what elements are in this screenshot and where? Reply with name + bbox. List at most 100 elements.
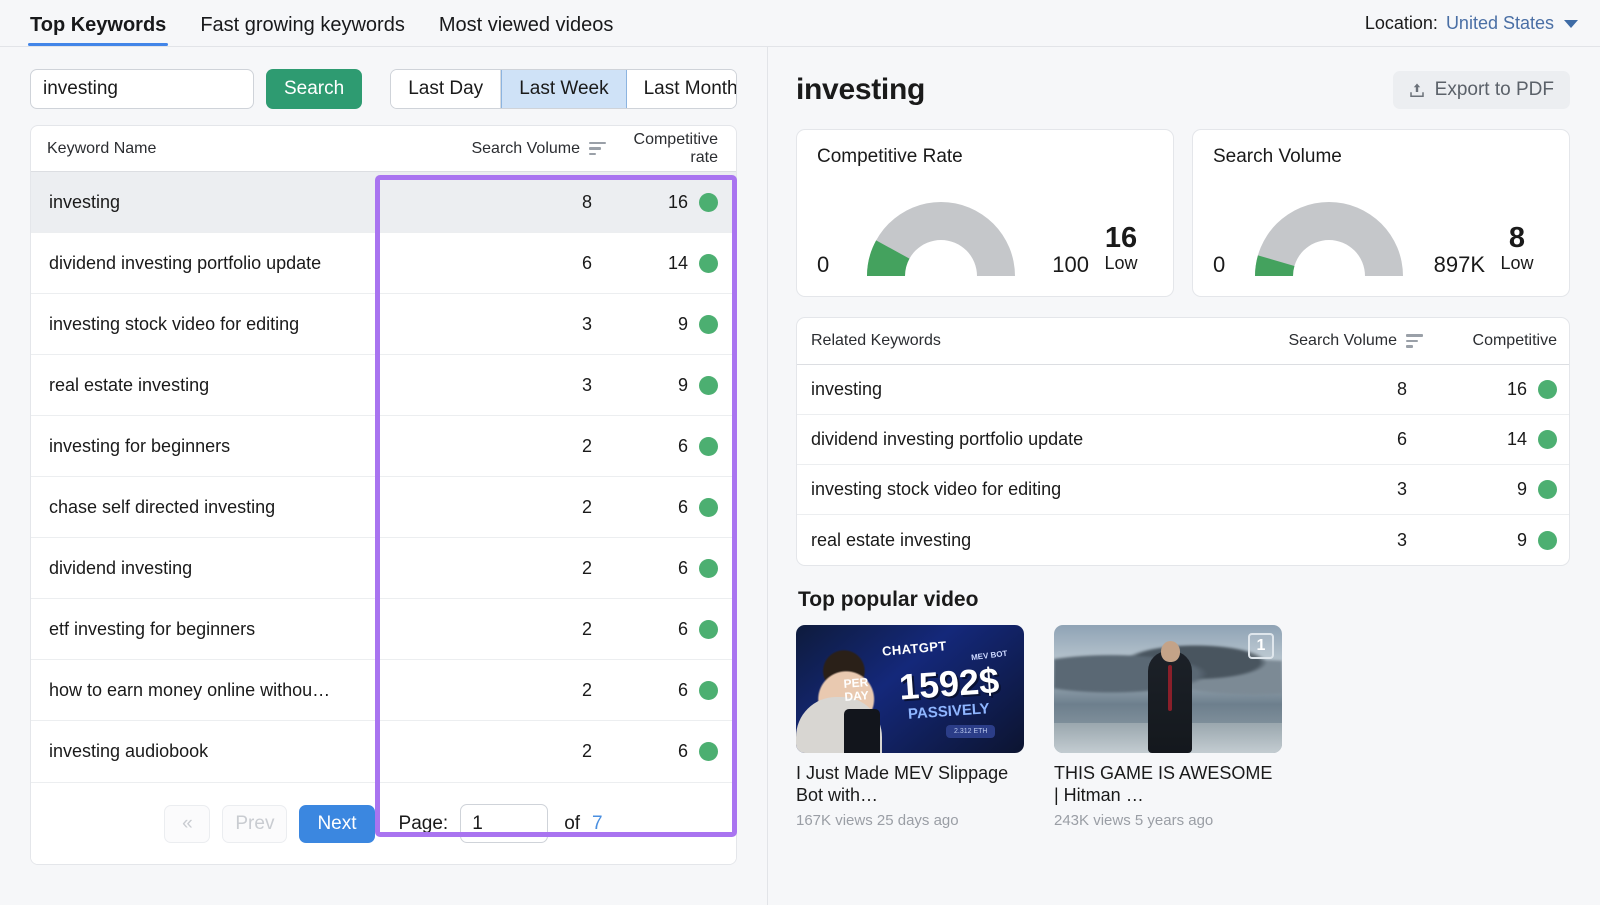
cell-keyword-name: real estate investing: [49, 374, 210, 395]
tab-top-keywords[interactable]: Top Keywords: [27, 15, 169, 46]
gauge-arc-search-volume: [1225, 190, 1433, 282]
search-button[interactable]: Search: [266, 69, 363, 109]
table-row[interactable]: investing for beginners 2 6: [31, 416, 736, 477]
detail-header: investing Export to PDF: [796, 69, 1570, 111]
keywords-table-card: Keyword Name Search Volume Competitive r…: [30, 125, 737, 865]
video-card-1[interactable]: CHATGPT MEV BOT PER DAY 1592$ PASSIVELY 2…: [796, 625, 1024, 829]
range-last-month[interactable]: Last Month: [626, 70, 737, 108]
cell-keyword-name: dividend investing: [49, 557, 193, 578]
location-selector[interactable]: Location: United States: [1365, 13, 1578, 46]
video-thumbnail-1[interactable]: CHATGPT MEV BOT PER DAY 1592$ PASSIVELY 2…: [796, 625, 1024, 753]
cell-search-volume: 2: [581, 679, 592, 700]
gauge-value-search-volume: 8 Low: [1485, 222, 1549, 282]
keywords-table-header: Keyword Name Search Volume Competitive r…: [31, 126, 736, 172]
location-value[interactable]: United States: [1446, 13, 1554, 34]
table-row[interactable]: investing audiobook 2 6: [31, 721, 736, 782]
related-table-row[interactable]: investing 8 16: [797, 365, 1569, 415]
table-row[interactable]: dividend investing portfolio update 6 14: [31, 233, 736, 294]
competitive-status-dot: [699, 680, 718, 700]
of-label: of: [564, 812, 581, 834]
related-table-row[interactable]: investing stock video for editing 3 9: [797, 465, 1569, 515]
cell-keyword-name: investing: [49, 191, 121, 212]
cell-competitive-rate: 6: [614, 680, 736, 701]
table-row[interactable]: real estate investing 3 9: [31, 355, 736, 416]
competitive-status-dot: [699, 192, 718, 212]
video-meta-2: 243K views 5 years ago: [1054, 811, 1214, 829]
column-related-search-volume[interactable]: Search Volume: [1191, 332, 1431, 350]
gauge-min-competitive-rate: 0: [817, 252, 830, 277]
video-rank-badge: 1: [1248, 633, 1274, 659]
range-last-day[interactable]: Last Day: [391, 70, 502, 108]
video-title-1[interactable]: I Just Made MEV Slippage Bot with…: [796, 763, 1024, 807]
upload-icon: [1409, 83, 1424, 97]
video-title-2[interactable]: THIS GAME IS AWESOME | Hitman …: [1054, 763, 1282, 807]
competitive-status-dot: [699, 314, 718, 334]
cell-related-competitive-value: 9: [1516, 479, 1527, 499]
column-search-volume-label: Search Volume: [471, 139, 580, 157]
sort-descending-icon[interactable]: [589, 141, 606, 156]
related-keywords-header: Related Keywords Search Volume Competiti…: [797, 318, 1569, 365]
column-search-volume[interactable]: Search Volume: [414, 140, 614, 158]
next-page-button[interactable]: Next: [299, 804, 375, 843]
cell-keyword-name: how to earn money online withou…: [49, 679, 331, 700]
sort-descending-icon[interactable]: [1406, 334, 1423, 348]
cell-keyword-name: investing for beginners: [49, 435, 231, 456]
video-thumbnail-2[interactable]: 1: [1054, 625, 1282, 753]
cell-competitive-value: 14: [667, 252, 688, 273]
gauge-cards: Competitive Rate 0 100 16 Low Search Vol…: [796, 129, 1570, 297]
total-pages: 7: [592, 812, 603, 834]
pagination: « Prev Next Page: of 7: [31, 782, 736, 864]
first-page-button[interactable]: «: [164, 804, 211, 843]
competitive-status-dot: [1538, 530, 1557, 550]
cell-keyword-name: investing audiobook: [49, 741, 209, 761]
gauge-level-competitive-rate: Low: [1104, 253, 1138, 273]
cell-competitive-rate: 9: [614, 375, 736, 396]
competitive-status-dot: [699, 742, 718, 761]
page-number-input[interactable]: [460, 804, 549, 843]
tab-most-viewed-videos[interactable]: Most viewed videos: [439, 15, 614, 46]
cell-competitive-rate: 6: [614, 497, 736, 518]
competitive-status-dot: [1538, 480, 1557, 499]
cell-competitive-value: 6: [677, 435, 688, 456]
video-card-2[interactable]: 1 THIS GAME IS AWESOME | Hitman … 243K v…: [1054, 625, 1282, 829]
related-keywords-body: investing 8 16 dividend investing portfolio…: [797, 365, 1569, 565]
export-to-pdf-button[interactable]: Export to PDF: [1392, 71, 1570, 109]
table-row[interactable]: chase self directed investing 2 6: [31, 477, 736, 538]
cell-competitive-value: 6: [677, 741, 688, 761]
cell-related-competitive: 14: [1431, 429, 1569, 450]
cell-search-volume: 6: [581, 252, 592, 273]
search-controls: Search Last Day Last Week Last Month: [30, 69, 737, 109]
chevron-down-icon[interactable]: [1564, 19, 1578, 28]
related-table-row[interactable]: real estate investing 3 9: [797, 515, 1569, 565]
search-input[interactable]: [30, 69, 254, 109]
column-related-keywords: Related Keywords: [811, 332, 941, 349]
related-table-row[interactable]: dividend investing portfolio update 6 14: [797, 415, 1569, 465]
cell-related-competitive: 16: [1431, 379, 1569, 400]
prev-page-button[interactable]: Prev: [222, 804, 288, 843]
table-row[interactable]: investing 8 16: [31, 172, 736, 233]
page-body: Search Last Day Last Week Last Month Key…: [0, 47, 1600, 905]
table-row[interactable]: dividend investing 2 6: [31, 538, 736, 599]
cell-search-volume: 2: [581, 435, 592, 456]
gauge-number-competitive-rate: 16: [1104, 221, 1138, 254]
table-row[interactable]: how to earn money online withou… 2 6: [31, 660, 736, 721]
thumbnail-figure-head: [1161, 641, 1180, 662]
table-row[interactable]: investing stock video for editing 3 9: [31, 294, 736, 355]
tab-fast-growing-keywords[interactable]: Fast growing keywords: [200, 15, 405, 46]
table-row[interactable]: etf investing for beginners 2 6: [31, 599, 736, 660]
cell-keyword-name: investing stock video for editing: [49, 313, 300, 334]
date-range-segmented-control: Last Day Last Week Last Month: [390, 69, 737, 109]
cell-search-volume: 2: [581, 557, 592, 578]
thumbnail-phone-icon: [844, 709, 880, 753]
competitive-status-dot: [699, 497, 718, 517]
cell-keyword-name: dividend investing portfolio update: [49, 252, 322, 273]
cell-search-volume: 2: [581, 618, 592, 639]
cell-search-volume: 3: [581, 374, 592, 395]
cell-competitive-value: 6: [677, 679, 688, 700]
page-title: investing: [796, 73, 925, 106]
thumbnail-perday-text: PER DAY: [843, 675, 870, 704]
cell-search-volume: 2: [581, 496, 592, 517]
range-last-week[interactable]: Last Week: [501, 70, 627, 108]
cell-related-competitive: 9: [1431, 479, 1569, 500]
column-competitive-rate: Competitive rate: [633, 130, 718, 166]
